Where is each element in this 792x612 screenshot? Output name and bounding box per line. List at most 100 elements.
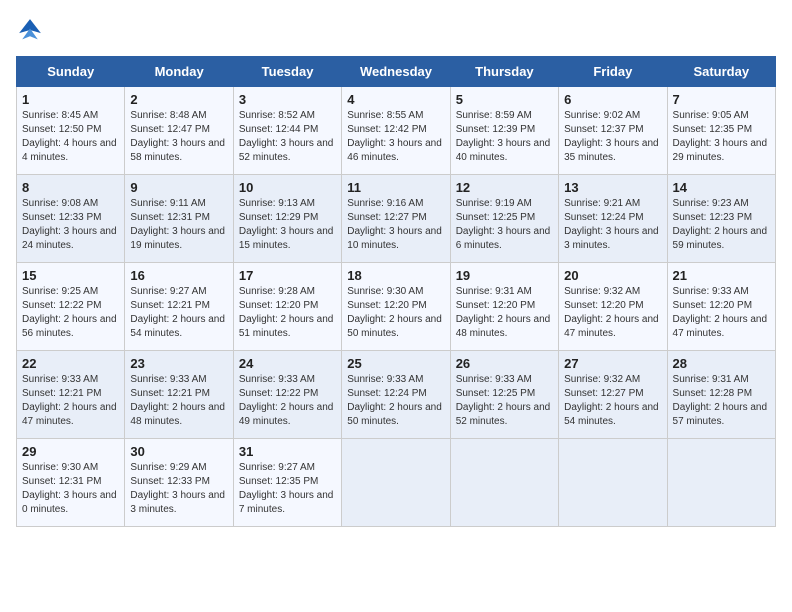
day-content: Sunrise: 8:55 AMSunset: 12:42 PMDaylight…: [347, 109, 444, 165]
calendar-cell: 31 Sunrise: 9:27 AMSunset: 12:35 PMDayli…: [233, 439, 341, 527]
weekday-header: Monday: [125, 57, 233, 87]
day-number: 1: [22, 92, 119, 107]
day-number: 26: [456, 356, 553, 371]
day-content: Sunrise: 8:45 AMSunset: 12:50 PMDaylight…: [22, 109, 119, 165]
logo: [16, 16, 48, 44]
calendar-cell: 17 Sunrise: 9:28 AMSunset: 12:20 PMDayli…: [233, 263, 341, 351]
day-content: Sunrise: 9:31 AMSunset: 12:20 PMDaylight…: [456, 285, 553, 341]
calendar-cell: 3 Sunrise: 8:52 AMSunset: 12:44 PMDaylig…: [233, 87, 341, 175]
calendar-cell: 8 Sunrise: 9:08 AMSunset: 12:33 PMDaylig…: [17, 175, 125, 263]
calendar-week-row: 22 Sunrise: 9:33 AMSunset: 12:21 PMDayli…: [17, 351, 776, 439]
calendar-table: SundayMondayTuesdayWednesdayThursdayFrid…: [16, 56, 776, 527]
calendar-cell: 23 Sunrise: 9:33 AMSunset: 12:21 PMDayli…: [125, 351, 233, 439]
day-content: Sunrise: 9:33 AMSunset: 12:24 PMDaylight…: [347, 373, 444, 429]
day-number: 14: [673, 180, 770, 195]
day-content: Sunrise: 9:27 AMSunset: 12:21 PMDaylight…: [130, 285, 227, 341]
day-number: 27: [564, 356, 661, 371]
day-number: 2: [130, 92, 227, 107]
weekday-header: Wednesday: [342, 57, 450, 87]
calendar-cell: 6 Sunrise: 9:02 AMSunset: 12:37 PMDaylig…: [559, 87, 667, 175]
calendar-cell: 5 Sunrise: 8:59 AMSunset: 12:39 PMDaylig…: [450, 87, 558, 175]
day-content: Sunrise: 9:32 AMSunset: 12:27 PMDaylight…: [564, 373, 661, 429]
calendar-cell: 14 Sunrise: 9:23 AMSunset: 12:23 PMDayli…: [667, 175, 775, 263]
calendar-cell: 1 Sunrise: 8:45 AMSunset: 12:50 PMDaylig…: [17, 87, 125, 175]
day-content: Sunrise: 8:48 AMSunset: 12:47 PMDaylight…: [130, 109, 227, 165]
day-number: 18: [347, 268, 444, 283]
day-number: 11: [347, 180, 444, 195]
day-number: 8: [22, 180, 119, 195]
calendar-week-row: 29 Sunrise: 9:30 AMSunset: 12:31 PMDayli…: [17, 439, 776, 527]
calendar-cell: 20 Sunrise: 9:32 AMSunset: 12:20 PMDayli…: [559, 263, 667, 351]
header-row: SundayMondayTuesdayWednesdayThursdayFrid…: [17, 57, 776, 87]
day-content: Sunrise: 9:30 AMSunset: 12:20 PMDaylight…: [347, 285, 444, 341]
calendar-cell: 2 Sunrise: 8:48 AMSunset: 12:47 PMDaylig…: [125, 87, 233, 175]
calendar-cell: 12 Sunrise: 9:19 AMSunset: 12:25 PMDayli…: [450, 175, 558, 263]
day-content: Sunrise: 9:13 AMSunset: 12:29 PMDaylight…: [239, 197, 336, 253]
calendar-cell: [559, 439, 667, 527]
day-number: 28: [673, 356, 770, 371]
day-number: 30: [130, 444, 227, 459]
page-header: [16, 16, 776, 44]
calendar-week-row: 15 Sunrise: 9:25 AMSunset: 12:22 PMDayli…: [17, 263, 776, 351]
day-number: 3: [239, 92, 336, 107]
calendar-cell: 24 Sunrise: 9:33 AMSunset: 12:22 PMDayli…: [233, 351, 341, 439]
day-content: Sunrise: 9:33 AMSunset: 12:21 PMDaylight…: [130, 373, 227, 429]
calendar-week-row: 1 Sunrise: 8:45 AMSunset: 12:50 PMDaylig…: [17, 87, 776, 175]
weekday-header: Friday: [559, 57, 667, 87]
calendar-cell: 28 Sunrise: 9:31 AMSunset: 12:28 PMDayli…: [667, 351, 775, 439]
day-content: Sunrise: 9:25 AMSunset: 12:22 PMDaylight…: [22, 285, 119, 341]
calendar-cell: 26 Sunrise: 9:33 AMSunset: 12:25 PMDayli…: [450, 351, 558, 439]
day-content: Sunrise: 9:28 AMSunset: 12:20 PMDaylight…: [239, 285, 336, 341]
calendar-cell: 22 Sunrise: 9:33 AMSunset: 12:21 PMDayli…: [17, 351, 125, 439]
day-number: 16: [130, 268, 227, 283]
day-content: Sunrise: 9:27 AMSunset: 12:35 PMDaylight…: [239, 461, 336, 517]
weekday-header: Sunday: [17, 57, 125, 87]
day-content: Sunrise: 9:33 AMSunset: 12:25 PMDaylight…: [456, 373, 553, 429]
day-number: 15: [22, 268, 119, 283]
day-number: 20: [564, 268, 661, 283]
day-number: 23: [130, 356, 227, 371]
day-content: Sunrise: 9:02 AMSunset: 12:37 PMDaylight…: [564, 109, 661, 165]
calendar-cell: 10 Sunrise: 9:13 AMSunset: 12:29 PMDayli…: [233, 175, 341, 263]
day-content: Sunrise: 9:23 AMSunset: 12:23 PMDaylight…: [673, 197, 770, 253]
calendar-cell: [450, 439, 558, 527]
day-content: Sunrise: 8:59 AMSunset: 12:39 PMDaylight…: [456, 109, 553, 165]
day-number: 13: [564, 180, 661, 195]
calendar-cell: 9 Sunrise: 9:11 AMSunset: 12:31 PMDaylig…: [125, 175, 233, 263]
day-content: Sunrise: 9:29 AMSunset: 12:33 PMDaylight…: [130, 461, 227, 517]
day-content: Sunrise: 9:16 AMSunset: 12:27 PMDaylight…: [347, 197, 444, 253]
day-content: Sunrise: 8:52 AMSunset: 12:44 PMDaylight…: [239, 109, 336, 165]
calendar-week-row: 8 Sunrise: 9:08 AMSunset: 12:33 PMDaylig…: [17, 175, 776, 263]
day-number: 19: [456, 268, 553, 283]
calendar-cell: 29 Sunrise: 9:30 AMSunset: 12:31 PMDayli…: [17, 439, 125, 527]
day-number: 17: [239, 268, 336, 283]
day-content: Sunrise: 9:19 AMSunset: 12:25 PMDaylight…: [456, 197, 553, 253]
calendar-cell: 11 Sunrise: 9:16 AMSunset: 12:27 PMDayli…: [342, 175, 450, 263]
calendar-cell: [667, 439, 775, 527]
day-content: Sunrise: 9:33 AMSunset: 12:21 PMDaylight…: [22, 373, 119, 429]
calendar-cell: 16 Sunrise: 9:27 AMSunset: 12:21 PMDayli…: [125, 263, 233, 351]
day-number: 25: [347, 356, 444, 371]
calendar-cell: 13 Sunrise: 9:21 AMSunset: 12:24 PMDayli…: [559, 175, 667, 263]
day-number: 4: [347, 92, 444, 107]
day-number: 24: [239, 356, 336, 371]
logo-icon: [16, 16, 44, 44]
day-number: 22: [22, 356, 119, 371]
day-content: Sunrise: 9:32 AMSunset: 12:20 PMDaylight…: [564, 285, 661, 341]
day-number: 7: [673, 92, 770, 107]
day-content: Sunrise: 9:31 AMSunset: 12:28 PMDaylight…: [673, 373, 770, 429]
day-number: 21: [673, 268, 770, 283]
day-content: Sunrise: 9:11 AMSunset: 12:31 PMDaylight…: [130, 197, 227, 253]
day-number: 29: [22, 444, 119, 459]
day-number: 10: [239, 180, 336, 195]
day-content: Sunrise: 9:08 AMSunset: 12:33 PMDaylight…: [22, 197, 119, 253]
calendar-cell: 19 Sunrise: 9:31 AMSunset: 12:20 PMDayli…: [450, 263, 558, 351]
calendar-cell: 27 Sunrise: 9:32 AMSunset: 12:27 PMDayli…: [559, 351, 667, 439]
calendar-cell: 18 Sunrise: 9:30 AMSunset: 12:20 PMDayli…: [342, 263, 450, 351]
day-number: 31: [239, 444, 336, 459]
day-number: 9: [130, 180, 227, 195]
day-content: Sunrise: 9:33 AMSunset: 12:20 PMDaylight…: [673, 285, 770, 341]
calendar-cell: [342, 439, 450, 527]
day-content: Sunrise: 9:30 AMSunset: 12:31 PMDaylight…: [22, 461, 119, 517]
calendar-cell: 21 Sunrise: 9:33 AMSunset: 12:20 PMDayli…: [667, 263, 775, 351]
